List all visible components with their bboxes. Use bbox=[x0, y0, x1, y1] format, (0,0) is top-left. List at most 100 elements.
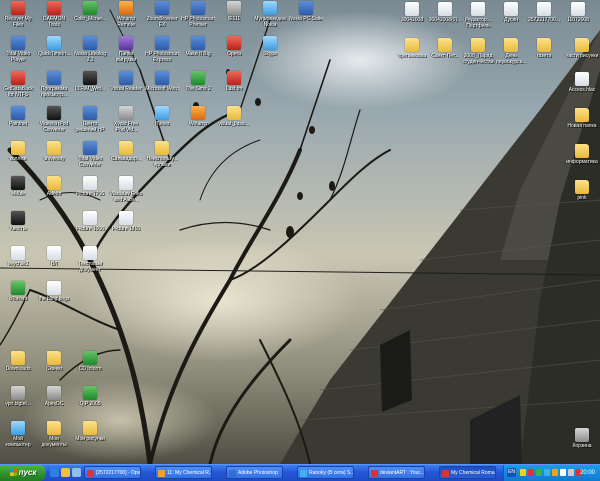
desktop-icon[interactable]: Last.fm bbox=[217, 71, 251, 92]
desktop-icon[interactable]: коллеж bbox=[1, 141, 35, 162]
start-button[interactable]: пуск bbox=[0, 465, 46, 481]
desktop-icon[interactable]: Microsoft Word bbox=[145, 71, 179, 92]
tray-icon[interactable] bbox=[568, 469, 574, 476]
desktop-icon[interactable]: Неиспользу... ярлыки bbox=[145, 141, 179, 168]
desktop-icon[interactable]: третьяковка bbox=[395, 38, 429, 59]
desktop-icon[interactable]: Хвосты bbox=[1, 211, 35, 232]
desktop-icon[interactable]: Nokia Lifeblog 2.1 bbox=[73, 36, 107, 63]
tray-icon[interactable] bbox=[552, 469, 558, 476]
desktop-icon[interactable]: Санкт-Пет... bbox=[428, 38, 462, 59]
desktop-icon[interactable]: Новая папка bbox=[565, 108, 599, 129]
desktop-icon[interactable]: День первокурск... bbox=[494, 38, 528, 65]
document-icon bbox=[537, 2, 551, 16]
desktop-icon[interactable]: The Sims 2 bbox=[181, 71, 215, 92]
desktop-icon[interactable]: visual_basic... bbox=[217, 106, 251, 127]
desktop-icon[interactable]: eMule bbox=[1, 176, 35, 197]
desktop-icon[interactable]: ZoomBrowser EX bbox=[145, 1, 179, 28]
desktop-icon[interactable]: Picture 1815 bbox=[109, 211, 143, 232]
taskbar-window-button[interactable]: 11: My Chemical R... bbox=[155, 466, 212, 479]
desktop-icon[interactable]: HP Photosmart Premier bbox=[181, 1, 215, 28]
desktop-icon[interactable]: pink bbox=[565, 180, 599, 201]
desktop-icon[interactable]: Xvdio Free iPod Vid... bbox=[109, 106, 143, 133]
desktop-icon[interactable]: QIP 2005 bbox=[73, 386, 107, 407]
desktop-icon[interactable]: Picture 1706 bbox=[73, 176, 107, 197]
taskbar-window-button[interactable]: Ranoky (В сети) S... bbox=[297, 466, 354, 479]
window-icon bbox=[158, 470, 165, 477]
desktop-icon[interactable]: GetDataBack for NTFS bbox=[1, 71, 35, 98]
desktop-icon[interactable]: Редактор... Портфель bbox=[461, 2, 495, 29]
desktop-icon[interactable]: газета bbox=[527, 38, 561, 59]
desktop-icon[interactable]: IE111 bbox=[217, 1, 251, 22]
desktop-icon[interactable]: Winamp bbox=[181, 106, 215, 127]
desktop-icon[interactable]: Recover My Files bbox=[1, 1, 35, 28]
desktop-icon[interactable]: насти рисунки bbox=[565, 38, 599, 59]
desktop-icon[interactable]: ApexDC bbox=[37, 386, 71, 407]
desktop-icon[interactable]: Make It Big bbox=[181, 36, 215, 57]
tray-icon[interactable] bbox=[560, 469, 566, 476]
desktop-icon[interactable]: Winamp Remote bbox=[109, 1, 143, 28]
desktop-icon[interactable]: Total Video Player bbox=[1, 36, 35, 63]
desktop-icon[interactable]: Colin_Mcrae... bbox=[73, 1, 107, 22]
desktop-icon[interactable]: Мои рисунки bbox=[73, 421, 107, 442]
desktop-icon[interactable]: seychiki2 bbox=[1, 246, 35, 267]
tray-icon[interactable] bbox=[520, 469, 526, 476]
taskbar-window-button[interactable]: Adobe Photoshop bbox=[226, 466, 283, 479]
desktop-icon[interactable]: iTunes bbox=[145, 106, 179, 127]
desktop-icon[interactable]: HP Photosmart Express bbox=[145, 36, 179, 63]
desktop-icon[interactable]: Скачко bbox=[37, 351, 71, 372]
desktop-icon[interactable]: 30042008(0)... bbox=[428, 2, 462, 23]
taskbar-window-button[interactable]: My Chemical Roma... bbox=[439, 466, 496, 479]
desktop-icon[interactable]: Access.hlac bbox=[565, 72, 599, 93]
app-icon bbox=[11, 71, 25, 85]
desktop-icon[interactable]: Программа просмотр... bbox=[37, 71, 71, 98]
desktop[interactable]: Recover My Files DAEMON Tools Colin_Mcrae.… bbox=[0, 0, 600, 464]
clock[interactable]: 20:00 bbox=[580, 465, 595, 481]
taskbar-window-button[interactable]: deviantART : Your... bbox=[368, 466, 425, 479]
desktop-icon-label: Nokia PC Suite bbox=[289, 16, 323, 22]
desktop-icon[interactable]: Adobe bbox=[37, 176, 71, 197]
desktop-icon[interactable]: DAEMON Tools bbox=[37, 1, 71, 28]
app-icon bbox=[227, 71, 241, 85]
desktop-icon[interactable]: Центр решений HP bbox=[73, 106, 107, 133]
desktop-icon[interactable]: Мои документы bbox=[37, 421, 71, 448]
desktop-icon[interactable]: QuickTimeIn... bbox=[37, 36, 71, 57]
desktop-icon[interactable]: Total Video Converter bbox=[73, 141, 107, 168]
desktop-icon[interactable] bbox=[72, 468, 81, 477]
desktop-icon[interactable]: Opera bbox=[217, 36, 251, 57]
desktop-icon[interactable]: Skype bbox=[253, 36, 287, 57]
language-indicator[interactable]: EN bbox=[507, 468, 516, 477]
desktop-icon[interactable]: 11072008 bbox=[561, 2, 595, 23]
desktop-icon[interactable]: информатика bbox=[565, 144, 599, 165]
desktop-icon[interactable]: Vladislav Eriko and Alice... bbox=[109, 176, 143, 203]
desktop-icon[interactable]: Videora iPod Converter bbox=[37, 106, 71, 133]
desktop-icon[interactable]: 30042008 bbox=[395, 2, 429, 23]
desktop-icon[interactable]: Сальвадор... bbox=[109, 141, 143, 162]
desktop-icon[interactable]: CD Inform bbox=[73, 351, 107, 372]
desktop-icon[interactable]: uTorrent bbox=[1, 281, 35, 302]
desktop-icon[interactable]: 2008_Парад студенчества bbox=[461, 38, 495, 65]
desktop-icon[interactable]: Мультимедиа Nokia bbox=[253, 1, 287, 28]
folder-icon bbox=[504, 38, 518, 52]
taskbar-window-button[interactable]: [2572217700] - Ope... bbox=[84, 466, 141, 479]
tray-icon[interactable] bbox=[536, 469, 542, 476]
desktop-icon[interactable]: Nokia PC Suite bbox=[289, 1, 323, 22]
desktop-icon[interactable]: Downloads bbox=[1, 351, 35, 372]
desktop-icon[interactable]: vpn.bigtel... bbox=[1, 386, 35, 407]
tray-icon[interactable] bbox=[544, 469, 550, 476]
folder-icon[interactable] bbox=[61, 468, 70, 477]
desktop-icon[interactable]: Paintnet bbox=[1, 106, 35, 127]
tray-icon[interactable] bbox=[528, 469, 534, 476]
desktop-icon[interactable]: the bling tings bbox=[37, 281, 71, 302]
desktop-icon[interactable]: Picture 1006 bbox=[73, 211, 107, 232]
desktop-icon[interactable]: university bbox=[37, 141, 71, 162]
ie-icon[interactable] bbox=[50, 468, 59, 477]
desktop-icon[interactable]: ВЛ bbox=[37, 246, 71, 267]
desktop-icon[interactable]: Мой компьютер bbox=[1, 421, 35, 448]
desktop-icon[interactable]: Visual Reader bbox=[109, 71, 143, 92]
desktop-icon[interactable]: 2572217700... bbox=[527, 2, 561, 23]
desktop-icon[interactable]: Дусин bbox=[494, 2, 528, 23]
desktop-icon[interactable]: Корзина bbox=[565, 428, 599, 449]
desktop-icon[interactable]: LTRiM_Writ... bbox=[73, 71, 107, 92]
desktop-icon[interactable]: Папка выгрузки bbox=[109, 36, 143, 63]
desktop-icon[interactable]: Текстовый документ bbox=[73, 246, 107, 273]
